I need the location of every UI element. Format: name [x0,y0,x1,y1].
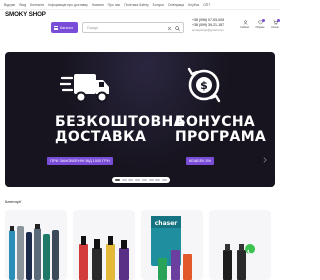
slider-dot[interactable] [135,179,141,181]
user-icon [243,20,247,25]
svg-text:$: $ [200,79,208,92]
slider-dot[interactable] [162,179,168,181]
category-card-chaser[interactable]: chaser [141,210,203,280]
promo-banner[interactable]: $ БЕЗКОШТОВНА ДОСТАВКА БОНУСНА ПРОГРАМА [5,52,275,187]
banner-right-pill: КЕШБЕК 5% [186,157,214,165]
banner-left-pill: ПРИ ЗАМОВЛЕННІ ВІД 1000 ГРН [47,157,113,165]
site-logo[interactable]: SMOKY SHOP [5,11,46,18]
search-placeholder: Пошук [87,25,98,30]
wishlist-label: Обране [255,26,265,29]
account-label: Кабінет [240,26,250,29]
chat-button[interactable] [245,244,255,255]
slider-dot[interactable] [121,179,127,181]
banner-left-title: БЕЗКОШТОВНА ДОСТАВКА [55,114,185,145]
contact-block: +38 (096) 07-93-005 +38 (099) 39-21-187 … [192,18,224,33]
top-link[interactable]: Blog [19,3,26,7]
chaser-box-image: chaser [151,216,192,280]
pod-devices-image [9,224,59,280]
grid-icon [54,25,58,30]
banner-right-line1: БОНУСНА [175,114,256,130]
slider-dot[interactable] [114,179,120,181]
banner-left-line1: БЕЗКОШТОВНА [55,114,185,130]
slider-dot[interactable] [141,179,147,181]
category-card-devices[interactable] [5,210,67,280]
cartridges-image [223,244,246,280]
banner-right-title: БОНУСНА ПРОГРАМА [175,114,267,145]
top-link[interactable]: Співпраця [168,3,184,7]
svg-text:chaser: chaser [155,220,178,227]
slider-dot[interactable] [155,179,161,181]
slider-dots [112,177,170,183]
top-link[interactable]: Відгуки [4,3,15,7]
top-link[interactable]: Новини [92,3,104,7]
cart-button[interactable]: Кошик [270,19,280,29]
slider-dot[interactable] [128,179,134,181]
top-link[interactable]: Клубок [188,3,199,7]
phone-icon [247,249,253,255]
cart-label: Кошик [271,26,279,29]
chevron-right-icon[interactable] [262,157,268,163]
account-button[interactable]: Кабінет [240,20,250,29]
top-link[interactable]: Політика Safety [124,3,148,7]
catalog-label: Каталог [60,25,74,30]
top-link[interactable]: ОПТ [203,3,210,7]
top-nav: Відгуки Blog Контакти Інформація про дос… [0,0,280,10]
top-link[interactable]: Інформація про доставку [48,3,88,7]
category-card-cartridges[interactable] [209,210,271,280]
section-title: Категорії [5,199,22,204]
search-icon[interactable] [175,25,180,31]
delivery-truck-icon [60,74,109,103]
wishlist-badge [261,19,265,22]
search-input[interactable]: Пошук [82,22,184,33]
top-link[interactable]: Бонуси [153,3,164,7]
banner-right-line2: ПРОГРАМА [175,129,267,145]
email[interactable]: smokyshop@gmail.com [192,28,224,33]
category-card-liquids[interactable] [73,210,135,280]
top-link[interactable]: Контакти [30,3,44,7]
cart-badge [276,19,280,22]
banner-left-line2: ДОСТАВКА [55,129,147,145]
slider-dot[interactable] [148,179,154,181]
liquid-bottles-image [79,236,129,280]
header-icons: Кабінет Обране Кошик [240,19,280,29]
wishlist-button[interactable]: Обране [255,19,265,29]
catalog-button[interactable]: Каталог [51,22,78,33]
top-link[interactable]: Про нас [108,3,121,7]
dollar-cashback-icon: $ [187,67,221,103]
close-icon[interactable] [167,26,172,31]
